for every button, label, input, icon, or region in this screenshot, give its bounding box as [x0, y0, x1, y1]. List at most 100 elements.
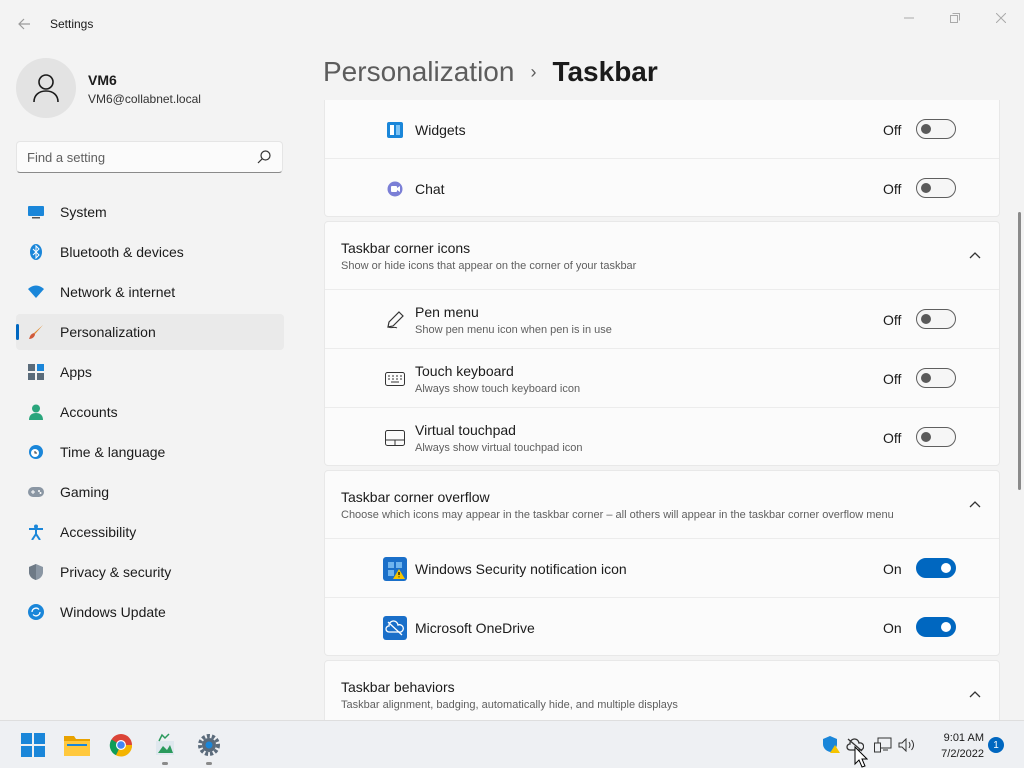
sidebar-item-apps[interactable]: Apps: [16, 354, 284, 390]
app-button[interactable]: [149, 729, 181, 765]
volume-tray-button[interactable]: [897, 735, 917, 755]
settings-icon: [198, 734, 220, 756]
sidebar-item-time-language[interactable]: Time & language: [16, 434, 284, 470]
setting-row-windows-security: Windows Security notification icon On: [325, 538, 999, 596]
globe-clock-icon: [28, 444, 44, 460]
toggle-state-label: Off: [883, 181, 902, 197]
sidebar-item-label: Windows Update: [60, 604, 166, 620]
setting-description: Always show virtual touchpad icon: [415, 442, 583, 454]
maximize-button[interactable]: [932, 4, 978, 32]
setting-description: Show pen menu icon when pen is in use: [415, 324, 612, 336]
behaviors-card[interactable]: Taskbar behaviors Taskbar alignment, bad…: [324, 660, 1000, 720]
setting-title: Microsoft OneDrive: [415, 620, 535, 636]
sidebar-item-label: Personalization: [60, 324, 156, 340]
keyboard-icon: [385, 369, 405, 389]
taskbar: 9:01 AM 7/2/2022 1: [0, 720, 1024, 768]
title-bar: Settings: [0, 0, 1024, 48]
sidebar-item-accessibility[interactable]: Accessibility: [16, 514, 284, 550]
corner-overflow-header[interactable]: Taskbar corner overflow Choose which ico…: [325, 471, 999, 538]
chevron-up-icon[interactable]: [967, 496, 983, 512]
setting-row-widgets: Widgets Off: [325, 100, 999, 155]
pen-menu-toggle[interactable]: [916, 309, 956, 329]
section-title: Taskbar corner overflow: [341, 489, 490, 505]
apps-icon: [28, 364, 44, 380]
setting-title: Touch keyboard: [415, 363, 514, 379]
scrollbar-thumb[interactable]: [1018, 212, 1021, 490]
user-profile[interactable]: VM6 VM6@collabnet.local: [16, 58, 286, 118]
corner-icons-card: Taskbar corner icons Show or hide icons …: [324, 221, 1000, 466]
breadcrumb-parent[interactable]: Personalization: [323, 56, 514, 88]
onedrive-toggle[interactable]: [916, 617, 956, 637]
sidebar-item-label: Accounts: [60, 404, 118, 420]
monitor-icon: [28, 204, 44, 220]
windows-security-toggle[interactable]: [916, 558, 956, 578]
sidebar-item-privacy-security[interactable]: Privacy & security: [16, 554, 284, 590]
section-description: Taskbar alignment, badging, automaticall…: [341, 699, 678, 711]
sidebar-item-windows-update[interactable]: Windows Update: [16, 594, 284, 630]
setting-title: Widgets: [415, 122, 466, 138]
setting-row-onedrive: Microsoft OneDrive On: [325, 597, 999, 655]
shield-icon: [28, 564, 44, 580]
taskbar-items-card: Widgets Off Chat Off: [324, 100, 1000, 217]
setting-row-chat: Chat Off: [325, 158, 999, 216]
running-indicator: [206, 762, 212, 765]
search-input[interactable]: [17, 142, 247, 172]
sidebar-item-personalization[interactable]: Personalization: [16, 314, 284, 350]
touch-keyboard-toggle[interactable]: [916, 368, 956, 388]
close-button[interactable]: [978, 4, 1024, 32]
chat-toggle[interactable]: [916, 178, 956, 198]
network-tray-button[interactable]: [873, 735, 893, 755]
search-icon[interactable]: [256, 149, 272, 165]
arrow-left-icon: [18, 18, 30, 30]
section-title: Taskbar behaviors: [341, 679, 455, 695]
touchpad-icon: [385, 428, 405, 448]
chevron-up-icon[interactable]: [967, 686, 983, 702]
sidebar-item-network[interactable]: Network & internet: [16, 274, 284, 310]
setting-title: Windows Security notification icon: [415, 561, 627, 577]
setting-row-pen-menu: Pen menu Show pen menu icon when pen is …: [325, 289, 999, 347]
windows-security-icon: [383, 557, 407, 581]
chrome-button[interactable]: [105, 729, 137, 761]
start-icon: [21, 733, 45, 757]
sidebar-item-label: Time & language: [60, 444, 166, 460]
close-icon: [996, 13, 1006, 23]
virtual-touchpad-toggle[interactable]: [916, 427, 956, 447]
app-title: Settings: [50, 17, 94, 31]
sidebar-item-accounts[interactable]: Accounts: [16, 394, 284, 430]
file-explorer-button[interactable]: [61, 729, 93, 761]
sidebar-item-system[interactable]: System: [16, 194, 284, 230]
chevron-up-icon[interactable]: [967, 247, 983, 263]
clock-time: 9:01 AM: [943, 732, 984, 744]
setting-description: Always show touch keyboard icon: [415, 383, 581, 395]
file-explorer-icon: [64, 736, 90, 756]
minimize-icon: [904, 17, 914, 19]
search-box: [16, 141, 283, 173]
settings-app-button[interactable]: [193, 729, 225, 765]
breadcrumb: Personalization › Taskbar: [323, 56, 658, 88]
chat-icon: [385, 179, 405, 199]
onedrive-icon: [383, 616, 407, 640]
notification-badge[interactable]: 1: [988, 737, 1004, 753]
section-description: Choose which icons may appear in the tas…: [341, 509, 894, 521]
sidebar-item-label: Accessibility: [60, 524, 137, 540]
clock[interactable]: 9:01 AM 7/2/2022: [924, 730, 984, 762]
chrome-icon: [109, 734, 133, 757]
mouse-cursor-icon: [854, 746, 868, 768]
setting-title: Chat: [415, 181, 445, 197]
sidebar-item-gaming[interactable]: Gaming: [16, 474, 284, 510]
maximize-icon: [950, 13, 960, 23]
bluetooth-icon: [28, 244, 44, 260]
corner-icons-header[interactable]: Taskbar corner icons Show or hide icons …: [325, 222, 999, 289]
toggle-state-label: Off: [883, 312, 902, 328]
back-button[interactable]: [10, 10, 38, 38]
section-title: Taskbar corner icons: [341, 240, 471, 256]
minimize-button[interactable]: [886, 4, 932, 32]
running-indicator: [162, 762, 168, 765]
security-tray-button[interactable]: [821, 735, 841, 755]
sidebar-item-bluetooth[interactable]: Bluetooth & devices: [16, 234, 284, 270]
toggle-state-label: On: [883, 620, 902, 636]
sidebar-item-label: Gaming: [60, 484, 110, 500]
sidebar-item-label: Privacy & security: [60, 564, 172, 580]
widgets-toggle[interactable]: [916, 119, 956, 139]
start-button[interactable]: [17, 729, 49, 761]
